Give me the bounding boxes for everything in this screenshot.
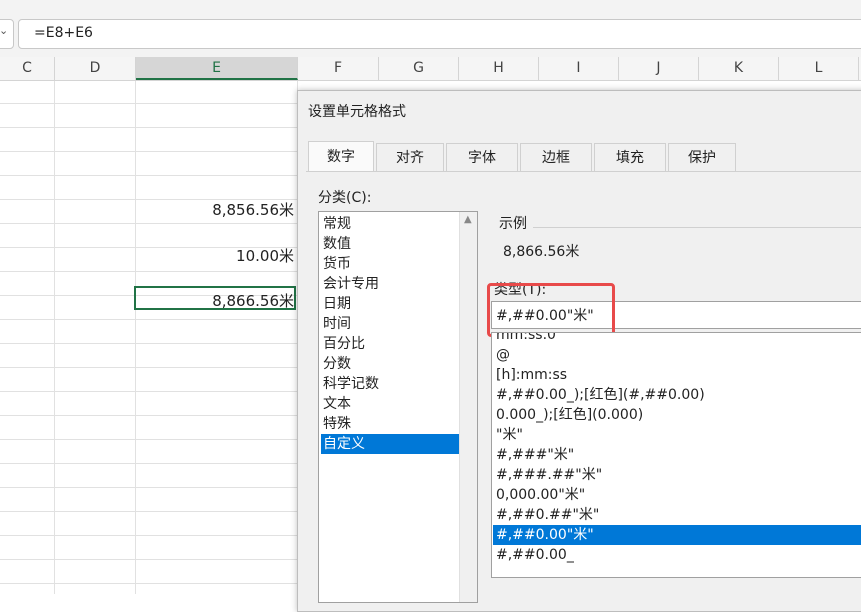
column-header-d[interactable]: D — [55, 57, 136, 80]
format-item[interactable]: #,###.##"米" — [493, 465, 861, 485]
grid-line — [135, 81, 136, 594]
column-header-k[interactable]: K — [699, 57, 779, 80]
tab-alignment[interactable]: 对齐 — [376, 143, 444, 172]
format-item[interactable]: 0.000_);[红色](0.000) — [493, 405, 861, 425]
column-header-l[interactable]: L — [779, 57, 859, 80]
tab-number[interactable]: 数字 — [308, 141, 374, 172]
column-header-j[interactable]: J — [619, 57, 699, 80]
sample-divider — [533, 227, 861, 228]
category-scientific[interactable]: 科学记数 — [321, 374, 459, 394]
scroll-up-arrow-icon[interactable]: ▲ — [464, 214, 472, 225]
sample-label: 示例 — [499, 216, 527, 232]
cell-e6[interactable]: 10.00米 — [136, 245, 294, 266]
format-item-selected[interactable]: #,##0.00"米" — [493, 525, 861, 545]
active-cell-outline — [134, 286, 296, 310]
category-currency[interactable]: 货币 — [321, 254, 459, 274]
cell-e4[interactable]: 8,856.56米 — [136, 199, 294, 220]
category-date[interactable]: 日期 — [321, 294, 459, 314]
formula-input[interactable]: =E8+E6 — [18, 19, 861, 49]
column-header-h[interactable]: H — [459, 57, 539, 80]
category-general[interactable]: 常规 — [321, 214, 459, 234]
column-header-row: C D E F G H I J K L — [0, 57, 861, 81]
category-scrollbar[interactable]: ▲ — [459, 212, 477, 602]
category-accounting[interactable]: 会计专用 — [321, 274, 459, 294]
sample-value: 8,866.56米 — [503, 244, 580, 260]
red-highlight-annotation — [487, 283, 615, 337]
tab-fill[interactable]: 填充 — [594, 143, 666, 172]
category-list[interactable]: 常规 数值 货币 会计专用 日期 时间 百分比 分数 科学记数 文本 特殊 自定… — [318, 211, 478, 603]
format-item[interactable]: @ — [493, 345, 861, 365]
column-header-c[interactable]: C — [0, 57, 55, 80]
name-box-dropdown[interactable]: ⌄ — [0, 19, 14, 49]
category-fraction[interactable]: 分数 — [321, 354, 459, 374]
tab-border[interactable]: 边框 — [520, 143, 592, 172]
format-item[interactable]: "米" — [493, 425, 861, 445]
format-item[interactable]: [h]:mm:ss — [493, 365, 861, 385]
category-text[interactable]: 文本 — [321, 394, 459, 414]
column-header-e[interactable]: E — [136, 57, 298, 80]
format-item[interactable]: 0,000.00"米" — [493, 485, 861, 505]
category-number[interactable]: 数值 — [321, 234, 459, 254]
formula-bar: ⌄ =E8+E6 — [0, 0, 861, 58]
dialog-title: 设置单元格格式 — [308, 104, 406, 120]
tab-font[interactable]: 字体 — [446, 143, 518, 172]
category-custom[interactable]: 自定义 — [321, 434, 459, 454]
category-label: 分类(C): — [318, 190, 372, 206]
column-header-i[interactable]: I — [539, 57, 619, 80]
format-item[interactable]: #,###"米" — [493, 445, 861, 465]
tab-protection[interactable]: 保护 — [668, 143, 736, 172]
format-item[interactable]: #,##0.##"米" — [493, 505, 861, 525]
category-time[interactable]: 时间 — [321, 314, 459, 334]
format-code-list[interactable]: mm:ss.0 @ [h]:mm:ss #,##0.00_);[红色](#,##… — [491, 332, 861, 578]
formula-text: =E8+E6 — [34, 25, 93, 41]
chevron-down-icon: ⌄ — [0, 24, 9, 37]
category-percentage[interactable]: 百分比 — [321, 334, 459, 354]
format-item[interactable]: mm:ss.0 — [493, 333, 861, 345]
column-header-g[interactable]: G — [379, 57, 459, 80]
format-cells-dialog: 设置单元格格式 数字 对齐 字体 边框 填充 保护 分类(C): 常规 数值 货… — [297, 90, 861, 612]
column-header-f[interactable]: F — [298, 57, 379, 80]
format-item[interactable]: #,##0.00_ — [493, 545, 861, 565]
grid-line — [54, 81, 55, 594]
sample-group: 示例 8,866.56米 — [493, 216, 861, 267]
category-special[interactable]: 特殊 — [321, 414, 459, 434]
format-item[interactable]: #,##0.00_);[红色](#,##0.00) — [493, 385, 861, 405]
